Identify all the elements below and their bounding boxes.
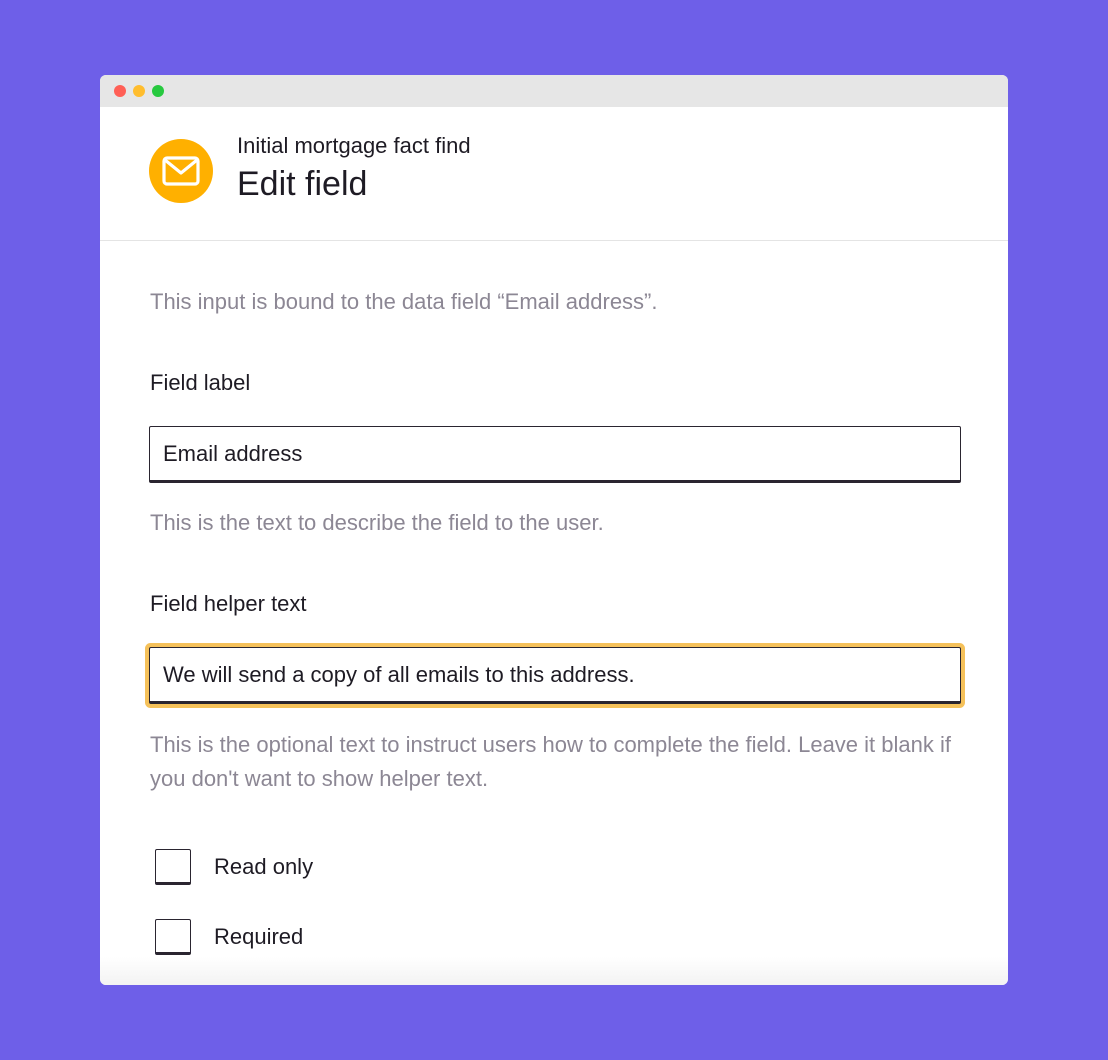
required-option[interactable]: Required [155,919,303,955]
panel-header: Initial mortgage fact find Edit field [100,107,1008,241]
field-label-heading: Field label [150,370,251,395]
binding-info-text: This input is bound to the data field “E… [150,289,658,314]
read-only-label[interactable]: Read only [214,854,313,880]
edit-field-window: Initial mortgage fact find Edit field Th… [100,75,1008,985]
maximize-window-button[interactable] [152,85,164,97]
field-label-help-text: This is the text to describe the field t… [150,510,604,535]
read-only-option[interactable]: Read only [155,849,313,885]
envelope-icon [149,139,213,203]
field-helper-input[interactable] [149,647,961,704]
page-title: Edit field [237,165,368,203]
required-label[interactable]: Required [214,924,303,950]
required-checkbox[interactable] [155,919,191,955]
read-only-checkbox[interactable] [155,849,191,885]
close-window-button[interactable] [114,85,126,97]
scroll-fade [100,957,1008,985]
form-name: Initial mortgage fact find [237,133,471,158]
window-titlebar [100,75,1008,107]
field-label-input[interactable] [149,426,961,483]
field-helper-help-text: This is the optional text to instruct us… [150,732,951,791]
field-helper-heading: Field helper text [150,591,307,616]
minimize-window-button[interactable] [133,85,145,97]
